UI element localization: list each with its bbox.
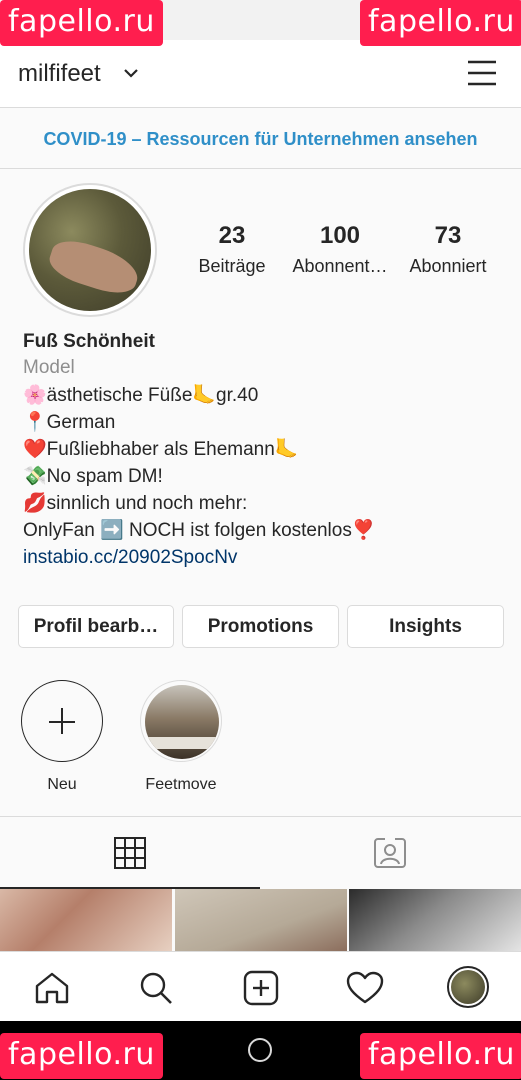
followers-count[interactable]: 100 Abonnent…: [285, 222, 395, 277]
insights-button[interactable]: Insights: [347, 605, 504, 648]
profile-category: Model: [23, 357, 75, 378]
profile-header: milfifeet: [0, 40, 521, 108]
highlight-new[interactable]: Neu: [21, 680, 103, 794]
highlight-label: Neu: [47, 776, 77, 793]
watermark: fapello.ru: [360, 0, 521, 46]
followers-count-label: Abonnent…: [292, 256, 388, 276]
highlight-cover[interactable]: [140, 680, 222, 762]
posts-count-label: Beiträge: [198, 256, 266, 276]
watermark: fapello.ru: [0, 0, 163, 46]
bio-line: ❤️Fußliebhaber als Ehemann🦶: [23, 439, 299, 460]
promotions-button[interactable]: Promotions: [182, 605, 339, 648]
post-thumbnail[interactable]: [349, 889, 521, 951]
bio-line: 💸No spam DM!: [23, 466, 163, 487]
profile-avatar-icon[interactable]: [447, 966, 489, 1008]
post-thumbnail[interactable]: [0, 889, 172, 951]
edit-profile-button[interactable]: Profil bearb…: [18, 605, 174, 648]
watermark: fapello.ru: [0, 1033, 163, 1079]
profile-name: Fuß Schönheit: [23, 331, 155, 352]
posts-count-value: 23: [218, 222, 246, 249]
grid-icon[interactable]: [114, 837, 146, 869]
profile-bio: Fuß Schönheit Model 🌸ästhetische Füße🦶gr…: [23, 330, 503, 571]
heart-icon[interactable]: [346, 971, 384, 1005]
new-post-icon[interactable]: [243, 970, 279, 1006]
covid-resources-banner[interactable]: COVID-19 – Ressourcen für Unternehmen an…: [0, 109, 521, 169]
following-count[interactable]: 73 Abonniert: [393, 222, 503, 277]
post-thumbnail[interactable]: [175, 889, 347, 951]
watermark: fapello.ru: [360, 1033, 521, 1079]
bio-line: 🌸ästhetische Füße🦶gr.40: [23, 385, 259, 406]
followers-count-value: 100: [319, 222, 361, 249]
search-icon[interactable]: [138, 970, 174, 1006]
add-highlight-button[interactable]: [21, 680, 103, 762]
username[interactable]: milfifeet: [18, 60, 101, 88]
hamburger-menu-icon[interactable]: [466, 58, 498, 88]
following-count-label: Abonniert: [409, 256, 487, 276]
profile-tabs: [0, 816, 521, 889]
posts-count[interactable]: 23 Beiträge: [177, 222, 287, 277]
bio-link[interactable]: instabio.cc/20902SpocNv: [23, 544, 503, 571]
system-home-button[interactable]: [248, 1038, 272, 1062]
bottom-navigation: [0, 951, 521, 1021]
home-icon[interactable]: [34, 971, 70, 1005]
bio-line: 💋sinnlich und noch mehr:: [23, 493, 248, 514]
bio-line: OnlyFan ➡️ NOCH ist folgen kostenlos❣️: [23, 520, 376, 541]
posts-grid: [0, 889, 521, 951]
tagged-person-icon[interactable]: [373, 835, 407, 869]
highlight-label: Feetmove: [145, 776, 217, 793]
chevron-down-icon[interactable]: [122, 64, 140, 82]
bio-line: 📍German: [23, 412, 116, 433]
highlight-feetmove[interactable]: Feetmove: [130, 680, 232, 794]
avatar[interactable]: [29, 189, 151, 311]
following-count-value: 73: [434, 222, 462, 249]
